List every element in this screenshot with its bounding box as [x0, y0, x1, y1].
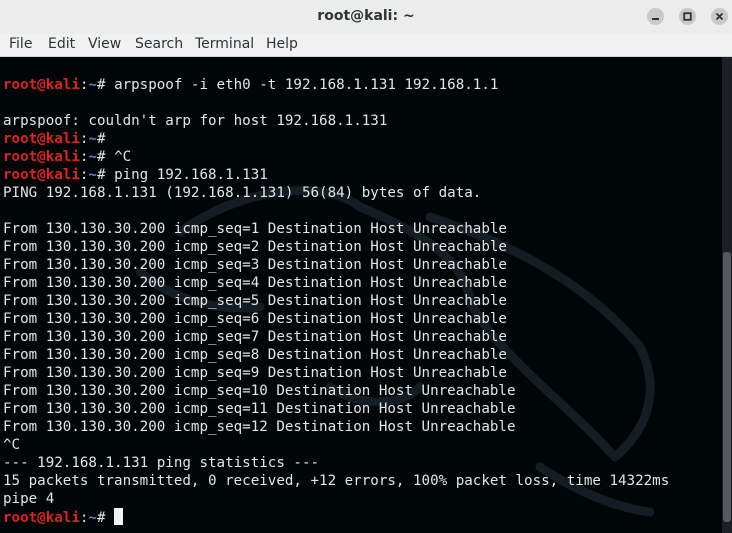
prompt-path: ~: [88, 510, 97, 526]
command-text: ^C: [114, 149, 132, 165]
output-line: ^C: [3, 437, 21, 453]
menu-search[interactable]: Search: [135, 36, 183, 52]
prompt-user: root@kali: [3, 77, 80, 93]
output-line: 15 packets transmitted, 0 received, +12 …: [3, 473, 670, 489]
prompt-user: root@kali: [3, 131, 80, 147]
scrollbar-thumb[interactable]: [723, 252, 731, 522]
output-line: From 130.130.30.200 icmp_seq=9 Destinati…: [3, 365, 507, 381]
output-line: From 130.130.30.200 icmp_seq=3 Destinati…: [3, 257, 507, 273]
prompt-symbol: #: [96, 167, 115, 183]
menu-terminal[interactable]: Terminal: [195, 36, 254, 52]
prompt-path: ~: [88, 131, 97, 147]
maximize-button[interactable]: [679, 8, 696, 25]
prompt-path: ~: [88, 149, 97, 165]
prompt-line: root@kali:~#: [3, 508, 669, 526]
menu-bar: File Edit View Search Terminal Help: [0, 34, 732, 57]
prompt-symbol: #: [96, 510, 115, 526]
menu-file[interactable]: File: [9, 36, 32, 52]
output-line: From 130.130.30.200 icmp_seq=12 Destinat…: [3, 419, 516, 435]
output-line: PING 192.168.1.131 (192.168.1.131) 56(84…: [3, 185, 482, 201]
prompt-path: ~: [88, 167, 97, 183]
terminal-window: root@kali: ~ File Edit View Search Termi…: [0, 0, 732, 533]
prompt-symbol: #: [96, 149, 115, 165]
close-button[interactable]: [711, 8, 728, 25]
prompt-line: root@kali:~# arpspoof -i eth0 -t 192.168…: [3, 76, 669, 94]
output-line: From 130.130.30.200 icmp_seq=5 Destinati…: [3, 293, 507, 309]
output-line: arpspoof: couldn't arp for host 192.168.…: [3, 113, 388, 129]
menu-edit[interactable]: Edit: [48, 36, 75, 52]
title-bar[interactable]: root@kali: ~: [0, 0, 732, 34]
text-cursor: [114, 508, 124, 525]
terminal-area[interactable]: root@kali:~# arpspoof -i eth0 -t 192.168…: [0, 57, 722, 533]
minimize-icon: [652, 18, 659, 20]
prompt-line: root@kali:~#: [3, 130, 669, 148]
prompt-symbol: #: [96, 77, 115, 93]
menu-help[interactable]: Help: [266, 36, 298, 52]
prompt-user: root@kali: [3, 149, 80, 165]
output-line: From 130.130.30.200 icmp_seq=2 Destinati…: [3, 239, 507, 255]
output-line: --- 192.168.1.131 ping statistics ---: [3, 455, 320, 471]
menu-view[interactable]: View: [88, 36, 121, 52]
close-icon: [715, 12, 724, 21]
output-line: From 130.130.30.200 icmp_seq=1 Destinati…: [3, 221, 507, 237]
output-line: From 130.130.30.200 icmp_seq=4 Destinati…: [3, 275, 507, 291]
terminal-output: root@kali:~# arpspoof -i eth0 -t 192.168…: [3, 76, 669, 526]
output-line: pipe 4: [3, 491, 55, 507]
scrollbar[interactable]: [722, 57, 732, 533]
output-line: From 130.130.30.200 icmp_seq=8 Destinati…: [3, 347, 507, 363]
prompt-line: root@kali:~# ^C: [3, 148, 669, 166]
minimize-button[interactable]: [647, 8, 664, 25]
command-text: ping 192.168.1.131: [114, 167, 268, 183]
maximize-icon: [683, 12, 692, 21]
output-line: From 130.130.30.200 icmp_seq=6 Destinati…: [3, 311, 507, 327]
prompt-user: root@kali: [3, 510, 80, 526]
output-line: From 130.130.30.200 icmp_seq=10 Destinat…: [3, 383, 516, 399]
prompt-user: root@kali: [3, 167, 80, 183]
prompt-line: root@kali:~# ping 192.168.1.131: [3, 166, 669, 184]
command-text: arpspoof -i eth0 -t 192.168.1.131 192.16…: [114, 77, 499, 93]
output-line: From 130.130.30.200 icmp_seq=11 Destinat…: [3, 401, 516, 417]
output-line: From 130.130.30.200 icmp_seq=7 Destinati…: [3, 329, 507, 345]
prompt-path: ~: [88, 77, 97, 93]
prompt-symbol: #: [96, 131, 115, 147]
window-title: root@kali: ~: [317, 8, 415, 24]
